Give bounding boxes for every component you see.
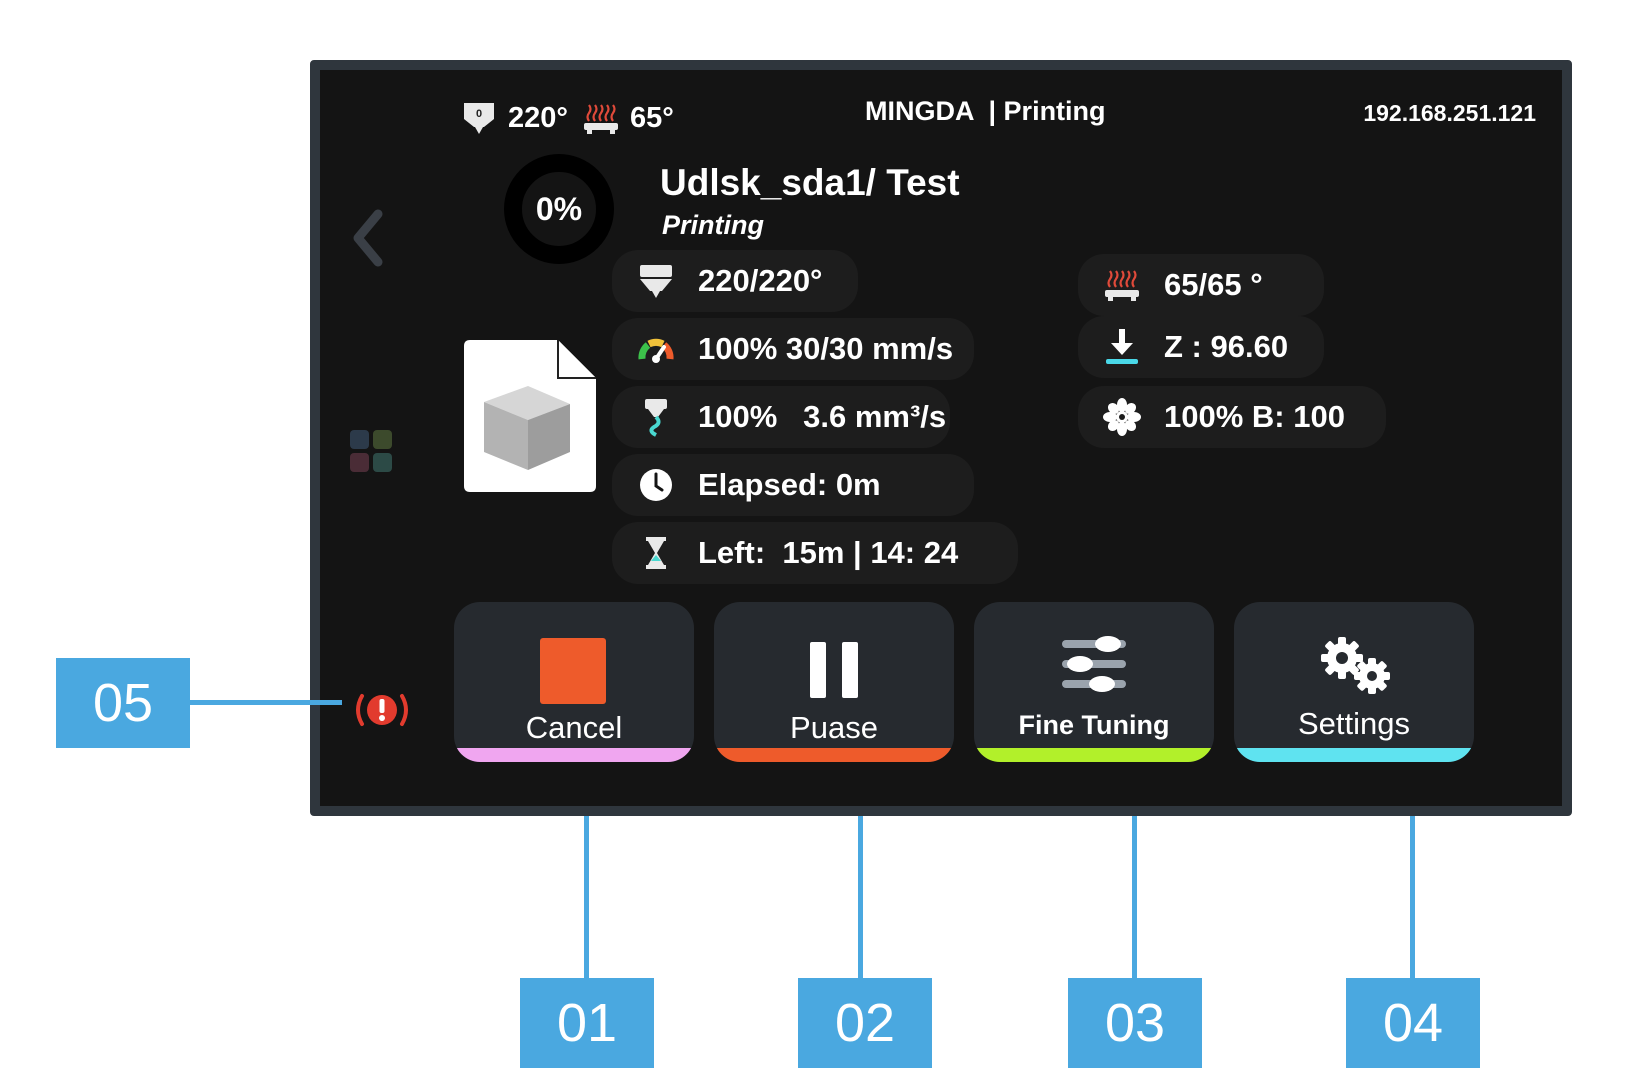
file-name: Udlsk_sda1/ Test [660,162,960,203]
fine-tuning-button[interactable]: Fine Tuning [974,602,1214,762]
callout-02: 02 [798,978,932,1068]
settings-accent-bar [1234,748,1474,762]
nozzle-icon [640,265,672,298]
pause-icon [810,642,858,698]
callout-01: 01 [520,978,654,1068]
fan-value: 100% B: 100 [1164,399,1345,434]
fine-tuning-accent-bar [974,748,1214,762]
clock-icon [640,469,672,501]
cancel-button[interactable]: Cancel [454,602,694,762]
flow-value: 100% 3.6 mm³/s [698,399,947,434]
status-title: MINGDA | Printing [865,96,1106,126]
status-nozzle-temp: 220° [508,101,568,134]
z-offset-icon [1106,329,1138,364]
time-left-pill: Left: 15m | 14: 24 [612,522,1018,584]
speed-value: 100% 30/30 mm/s [698,331,954,366]
nozzle-icon: 0 [464,103,494,134]
callout-02-leader [858,816,863,978]
callout-03: 03 [1068,978,1202,1068]
callout-03-leader [1132,816,1137,978]
pause-label: Puase [790,710,878,745]
status-temperatures: 0 220° 65° [460,98,688,138]
elapsed-pill: Elapsed: 0m [612,454,974,516]
heated-bed-icon [583,104,618,134]
settings-label: Settings [1297,706,1410,741]
svg-text:0: 0 [476,108,482,120]
job-state: Printing [662,210,764,240]
apps-grid-icon[interactable] [350,430,392,472]
callout-05: 05 [56,658,190,748]
fan-icon [1103,398,1141,436]
bed-temp-value: 65/65 ° [1164,267,1263,302]
hourglass-icon [646,537,666,569]
chevron-left-icon[interactable] [348,208,388,268]
file-thumbnail [464,340,596,492]
z-pill[interactable]: Z : 96.60 [1078,316,1324,378]
elapsed-value: Elapsed: 0m [698,467,881,502]
speedometer-icon [638,338,674,363]
flow-pill[interactable]: 100% 3.6 mm³/s [612,386,950,448]
time-left-value: Left: 15m | 14: 24 [698,535,959,570]
progress-percent: 0% [535,190,583,227]
fine-tuning-label: Fine Tuning [1018,710,1170,740]
z-value: Z : 96.60 [1164,329,1289,364]
emergency-stop-icon[interactable] [352,688,412,732]
status-bed-temp: 65° [629,101,674,134]
extruder-flow-icon [645,399,667,437]
pause-accent-bar [714,748,954,762]
bed-temp-pill[interactable]: 65/65 ° [1078,254,1324,316]
printer-screen: 0 220° 65° MINGDA | Printing 192.168.251… [310,60,1572,816]
ip-address: 192.168.251.121 [1363,100,1536,126]
pause-button[interactable]: Puase [714,602,954,762]
nozzle-temp-value: 220/220° [698,263,823,298]
callout-05-leader [190,700,342,705]
stop-icon [540,638,606,704]
callout-01-leader [584,816,589,978]
speed-pill[interactable]: 100% 30/30 mm/s [612,318,974,380]
gears-icon [1321,637,1390,694]
cancel-accent-bar [454,748,694,762]
sliders-icon [1062,636,1126,692]
settings-button[interactable]: Settings [1234,602,1474,762]
callout-04: 04 [1346,978,1480,1068]
nozzle-temp-pill[interactable]: 220/220° [612,250,858,312]
fan-pill[interactable]: 100% B: 100 [1078,386,1386,448]
heated-bed-icon [1105,270,1139,301]
callout-04-leader [1410,816,1415,978]
cancel-label: Cancel [525,710,623,745]
